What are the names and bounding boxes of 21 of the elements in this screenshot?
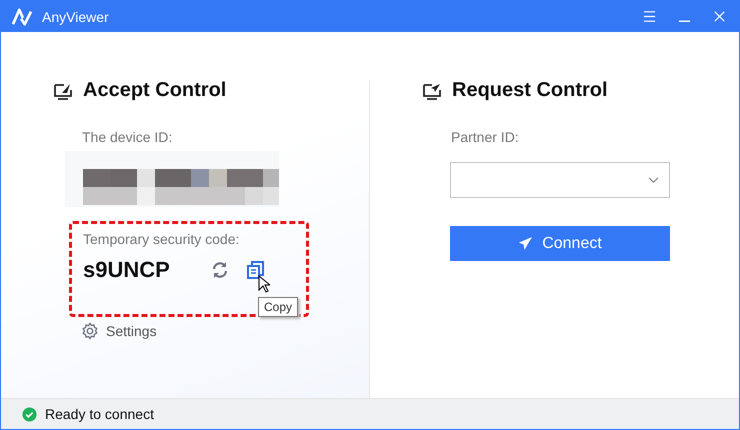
cursor-icon <box>258 275 270 293</box>
section-title: Request Control <box>452 79 608 102</box>
security-code: s9UNCP <box>83 257 170 283</box>
settings-link[interactable]: Settings <box>81 322 157 340</box>
send-icon <box>518 236 534 251</box>
copy-icon[interactable] <box>246 260 266 280</box>
chevron-down-icon[interactable] <box>648 176 659 184</box>
settings-icon <box>81 322 99 340</box>
menu-icon[interactable] <box>642 9 657 24</box>
device-id-label: The device ID: <box>82 129 174 145</box>
tooltip: Copy <box>258 297 298 317</box>
status-text: Ready to connect <box>45 406 154 422</box>
partner-id-field[interactable] <box>450 162 670 198</box>
section-title: Accept Control <box>83 79 226 102</box>
security-code-label: Temporary security code: <box>83 231 240 247</box>
window-title: AnyViewer <box>42 8 109 24</box>
logo-icon <box>11 8 33 26</box>
connect-button[interactable]: Connect <box>450 226 670 261</box>
close-icon[interactable] <box>712 9 727 24</box>
partner-id-label: Partner ID: <box>451 129 520 145</box>
check-circle-icon <box>22 406 37 422</box>
